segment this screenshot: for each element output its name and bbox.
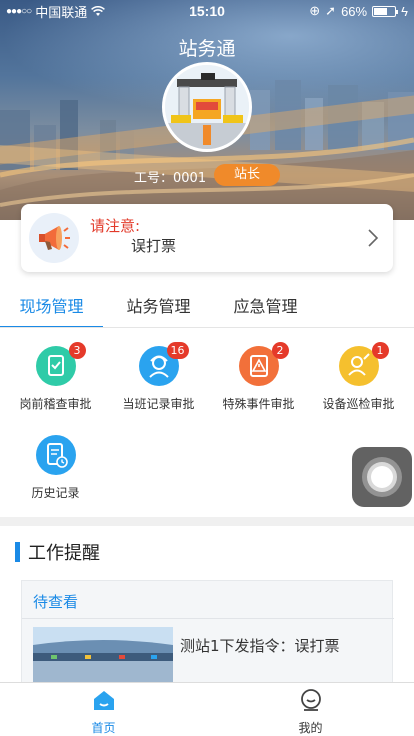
tab-station-management[interactable]: 站务管理 xyxy=(107,291,210,327)
battery-icon xyxy=(372,5,399,17)
nav-home[interactable]: 首页 xyxy=(0,683,207,736)
reminder-card: 待查看 测站1下发指令：误打票 xyxy=(21,580,394,697)
status-left: ●●●○○ 中国联通 xyxy=(6,2,156,21)
status-right: ⊕ ➚ 66% ϟ xyxy=(258,3,408,19)
notice-card[interactable]: 请注意: 误打票 xyxy=(21,204,393,272)
tab-emergency-management[interactable]: 应急管理 xyxy=(214,291,317,327)
section-divider xyxy=(0,517,414,526)
status-bar: ●●●○○ 中国联通 15:10 ⊕ ➚ 66% ϟ xyxy=(0,0,414,22)
nav-home-label: 首页 xyxy=(91,721,116,735)
management-tabs: 现场管理 站务管理 应急管理 xyxy=(0,291,414,328)
section-title-text: 工作提醒 xyxy=(28,543,100,564)
bottom-navigation: 首页 我的 xyxy=(0,682,414,736)
worker-icon: 16 xyxy=(138,342,189,386)
badge-count: 1 xyxy=(371,342,389,359)
grid-item-special-event[interactable]: 2 特殊事件审批 xyxy=(207,342,310,412)
status-time: 15:10 xyxy=(189,3,225,19)
orientation-lock-icon: ⊕ xyxy=(309,3,321,18)
charging-icon: ϟ xyxy=(401,3,408,19)
pending-label[interactable]: 待查看 xyxy=(33,591,78,612)
grid-item-label: 岗前稽查审批 xyxy=(19,397,92,411)
app-screen: ●●●○○ 中国联通 15:10 ⊕ ➚ 66% ϟ 站务通 工号：0001 站… xyxy=(0,0,414,736)
app-title: 站务通 xyxy=(178,38,236,60)
nav-profile-label: 我的 xyxy=(298,721,323,735)
battery-level-fill xyxy=(374,7,388,15)
signal-icon: ●●●○○ xyxy=(6,5,32,17)
section-title-bar xyxy=(15,542,20,562)
reminder-item-text[interactable]: 测站1下发指令：误打票 xyxy=(180,635,340,656)
tab-divider xyxy=(0,327,414,328)
notice-message: 误打票 xyxy=(131,237,177,255)
wifi-icon xyxy=(91,5,106,16)
grid-item-label: 设备巡检审批 xyxy=(322,397,395,411)
chevron-right-icon xyxy=(368,229,379,247)
badge-count: 16 xyxy=(166,342,189,359)
badge-count: 2 xyxy=(271,342,289,359)
alert-clipboard-icon: 2 xyxy=(238,342,289,386)
tab-onsite-management[interactable]: 现场管理 xyxy=(0,291,103,328)
megaphone-icon xyxy=(29,213,79,263)
megaphone-graphic xyxy=(39,226,70,250)
grid-item-label: 当班记录审批 xyxy=(122,397,195,411)
grid-item-label: 特殊事件审批 xyxy=(222,397,295,411)
profile-icon xyxy=(300,689,321,711)
assistive-touch-button[interactable] xyxy=(352,447,412,507)
reminder-divider xyxy=(22,618,394,619)
clipboard-check-icon: 3 xyxy=(35,342,86,386)
grid-item-pre-shift-audit[interactable]: 3 岗前稽查审批 xyxy=(4,342,107,412)
notice-title: 请注意: xyxy=(90,217,141,235)
location-icon: ➚ xyxy=(325,3,337,18)
carrier-name: 中国联通 xyxy=(35,4,88,20)
home-icon xyxy=(93,691,114,710)
battery-percent: 66% xyxy=(341,3,368,19)
section-title: 工作提醒 xyxy=(15,541,100,564)
badge-count: 3 xyxy=(68,342,86,359)
user-avatar[interactable] xyxy=(162,62,252,152)
grid-item-label: 历史记录 xyxy=(31,486,80,500)
grid-item-history[interactable]: 历史记录 xyxy=(4,435,107,501)
grid-item-duty-record[interactable]: 16 当班记录审批 xyxy=(107,342,210,412)
inspection-person-icon: 1 xyxy=(338,342,389,386)
grid-item-equipment-inspection[interactable]: 1 设备巡检审批 xyxy=(307,342,410,412)
job-number: 工号：0001 xyxy=(134,171,207,186)
role-badge: 站长 xyxy=(214,164,280,186)
history-document-icon xyxy=(35,435,76,475)
nav-profile[interactable]: 我的 xyxy=(207,683,414,736)
toll-station-illustration xyxy=(165,65,249,149)
